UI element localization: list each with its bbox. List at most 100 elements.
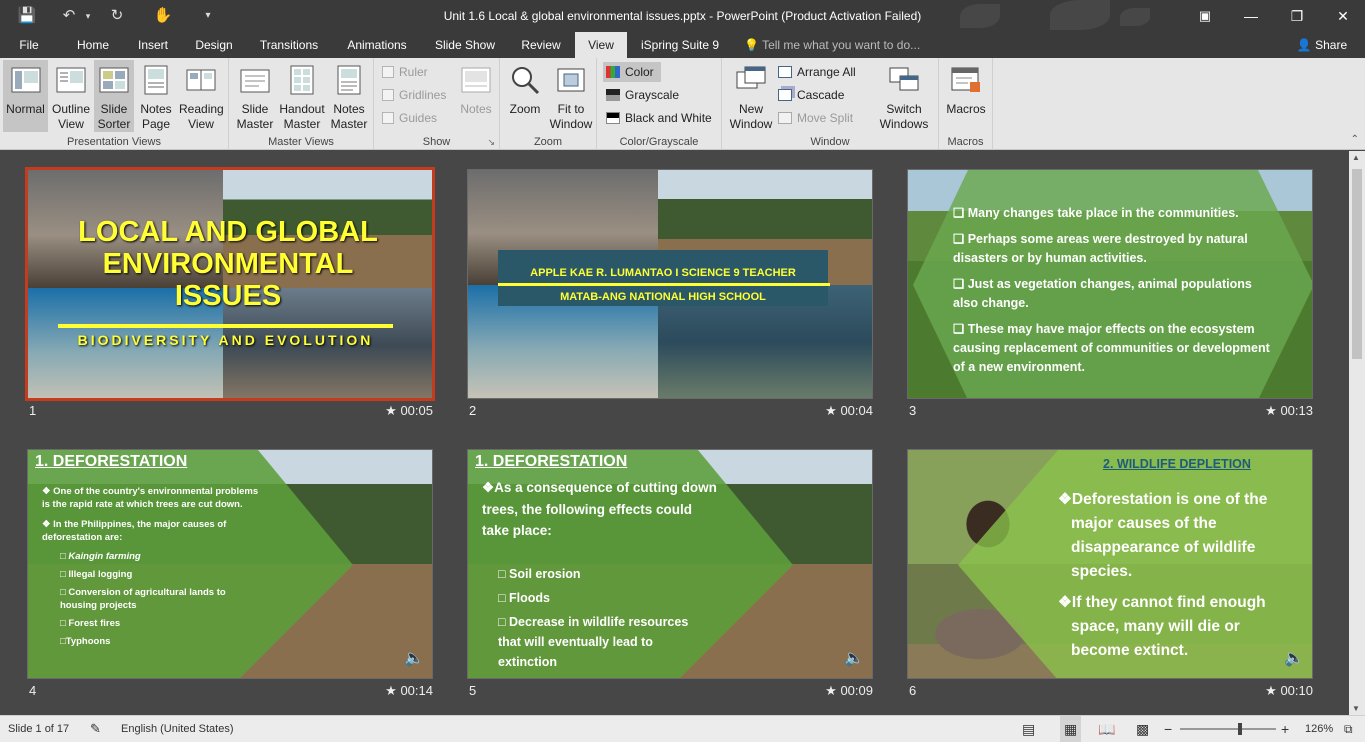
grayscale-option[interactable]: Grayscale <box>606 85 679 105</box>
slide-sorter-status-icon[interactable]: ▦ <box>1060 716 1082 742</box>
sub-bullet-text: Conversion of agricultural lands to hous… <box>60 587 226 611</box>
bullet-text: Just as vegetation changes, animal popul… <box>953 277 1252 310</box>
fit-to-window-button[interactable]: Fit to Window <box>548 60 594 132</box>
audio-icon[interactable]: 🔈 <box>1284 648 1304 668</box>
slide-timing: ★ 00:05 <box>385 403 433 419</box>
notes-page-button[interactable]: Notes Page <box>136 60 176 132</box>
zoom-slider[interactable] <box>1180 723 1276 735</box>
zoom-slider-knob[interactable] <box>1237 723 1242 735</box>
normal-view-status-icon[interactable]: ▤ <box>1022 716 1035 742</box>
guides-checkbox[interactable]: Guides <box>382 108 437 128</box>
handout-master-button[interactable]: Handout Master <box>278 60 326 132</box>
slide-time-value: 00:10 <box>1280 683 1313 698</box>
diamond-bullet-icon: ❖ <box>1058 491 1072 508</box>
show-label: Show <box>422 136 451 148</box>
gridlines-checkbox[interactable]: Gridlines <box>382 85 446 105</box>
outline-view-button[interactable]: Outline View <box>49 60 93 132</box>
touch-mode-icon[interactable]: ✋ <box>152 6 174 26</box>
reading-view-status-icon[interactable]: 📖 <box>1098 716 1115 742</box>
switch-windows-button[interactable]: Switch Windows <box>872 60 936 132</box>
zoom-out-icon[interactable]: − <box>1164 716 1172 742</box>
restore-icon[interactable]: ❐ <box>1274 0 1320 32</box>
tab-transitions[interactable]: Transitions <box>252 32 326 58</box>
macros-button[interactable]: Macros <box>943 60 989 132</box>
scrollbar-thumb[interactable] <box>1352 169 1362 359</box>
audio-icon[interactable]: 🔈 <box>844 648 864 668</box>
arrange-all-button[interactable]: Arrange All <box>778 62 856 82</box>
normal-view-button[interactable]: Normal <box>3 60 48 132</box>
master-views-label: Master Views <box>268 136 334 148</box>
slide-5-heading: 1. DEFORESTATION <box>475 453 628 470</box>
slide-4-bullets: ❖ One of the country's environmental pro… <box>42 486 259 647</box>
slide-count[interactable]: Slide 1 of 17 <box>8 716 69 742</box>
vertical-scrollbar[interactable]: ▲ ▼ <box>1349 151 1365 715</box>
slide-6-bullets: ❖Deforestation is one of the major cause… <box>1058 488 1298 663</box>
notes-button[interactable]: Notes <box>456 60 496 132</box>
star-icon: ★ <box>385 683 401 698</box>
new-window-button[interactable]: New Window <box>728 60 774 132</box>
slide-2-teacher: APPLE KAE R. LUMANTAO I SCIENCE 9 TEACHE… <box>530 267 796 279</box>
undo-icon[interactable]: ↶ <box>58 6 80 26</box>
slide-number: 5 <box>469 683 477 698</box>
scroll-down-icon[interactable]: ▼ <box>1352 704 1360 713</box>
zoom-percent[interactable]: 126% <box>1305 716 1333 742</box>
color-grayscale-label: Color/Grayscale <box>619 136 699 148</box>
show-dialog-launcher-icon[interactable]: ↘ <box>487 137 495 148</box>
slide-sorter-label: Slide Sorter <box>97 102 131 131</box>
slide-2-image[interactable]: APPLE KAE R. LUMANTAO I SCIENCE 9 TEACHE… <box>467 169 873 399</box>
slide-master-button[interactable]: Slide Master <box>232 60 278 132</box>
tab-animations[interactable]: Animations <box>338 32 416 58</box>
slide-6-image[interactable]: 2. WILDLIFE DEPLETION ❖Deforestation is … <box>907 449 1313 679</box>
slide-time-value: 00:04 <box>840 403 873 418</box>
reading-view-button[interactable]: Reading View <box>178 60 224 132</box>
audio-icon[interactable]: 🔈 <box>404 648 424 668</box>
slide-2-school: MATAB-ANG NATIONAL HIGH SCHOOL <box>560 291 766 303</box>
collapse-ribbon-icon[interactable]: ⌃ <box>1351 134 1359 145</box>
tab-ispring[interactable]: iSpring Suite 9 <box>636 32 724 58</box>
notes-master-button[interactable]: Notes Master <box>326 60 372 132</box>
tab-home[interactable]: Home <box>68 32 118 58</box>
tab-insert[interactable]: Insert <box>128 32 178 58</box>
move-split-button[interactable]: Move Split <box>778 108 853 128</box>
ribbon-display-options-icon[interactable]: ▣ <box>1182 0 1228 32</box>
close-icon[interactable]: ✕ <box>1320 0 1365 32</box>
normal-view-label: Normal <box>6 102 45 116</box>
bullet-text: One of the country's environmental probl… <box>42 486 259 510</box>
macros-icon <box>951 67 980 92</box>
sub-bullet-text: Decrease in wildlife resources that will… <box>498 615 689 669</box>
tab-review[interactable]: Review <box>514 32 568 58</box>
share-button[interactable]: 👤 Share <box>1292 32 1352 58</box>
slide-4-heading: 1. DEFORESTATION <box>35 453 188 470</box>
cascade-button[interactable]: Cascade <box>778 85 844 105</box>
language-status[interactable]: English (United States) <box>121 716 234 742</box>
customize-quick-access-icon[interactable]: ▾ <box>200 6 216 26</box>
fit-slide-icon[interactable]: ⧉ <box>1344 716 1353 742</box>
slide-1-image[interactable]: LOCAL AND GLOBAL ENVIRONMENTAL ISSUES BI… <box>25 167 435 401</box>
tab-file[interactable]: File <box>8 32 50 58</box>
notes-icon <box>461 67 491 93</box>
save-icon[interactable]: 💾 <box>16 6 38 26</box>
group-show: Ruler Gridlines Guides Notes Show ↘ <box>374 58 500 150</box>
scroll-up-icon[interactable]: ▲ <box>1352 153 1360 162</box>
slide-number: 2 <box>469 403 477 418</box>
spell-check-icon[interactable]: ✎ <box>90 716 101 742</box>
slide-3-image[interactable]: ❏ Many changes take place in the communi… <box>907 169 1313 399</box>
tab-slide-show[interactable]: Slide Show <box>428 32 502 58</box>
slide-show-status-icon[interactable]: ▩ <box>1136 716 1149 742</box>
tell-me-search[interactable]: 💡 Tell me what you want to do... <box>744 32 934 58</box>
zoom-button[interactable]: Zoom <box>504 60 546 132</box>
redo-icon[interactable]: ↻ <box>106 6 128 26</box>
slide-4-image[interactable]: 1. DEFORESTATION ❖ One of the country's … <box>27 449 433 679</box>
tab-view[interactable]: View <box>575 32 627 58</box>
color-option[interactable]: Color <box>603 62 661 82</box>
minimize-icon[interactable]: — <box>1228 0 1274 32</box>
tab-design[interactable]: Design <box>188 32 240 58</box>
ruler-checkbox[interactable]: Ruler <box>382 62 428 82</box>
zoom-in-icon[interactable]: + <box>1281 716 1289 742</box>
black-and-white-option[interactable]: Black and White <box>606 108 712 128</box>
undo-dropdown-icon[interactable]: ▾ <box>82 6 94 26</box>
slide-5-subs: □ Soil erosion □ Floods □ Decrease in wi… <box>498 567 689 669</box>
slide-sorter-button[interactable]: Slide Sorter <box>94 60 134 132</box>
diamond-bullet-icon: ❖ <box>482 480 495 495</box>
slide-5-image[interactable]: 1. DEFORESTATION ❖As a consequence of cu… <box>467 449 873 679</box>
